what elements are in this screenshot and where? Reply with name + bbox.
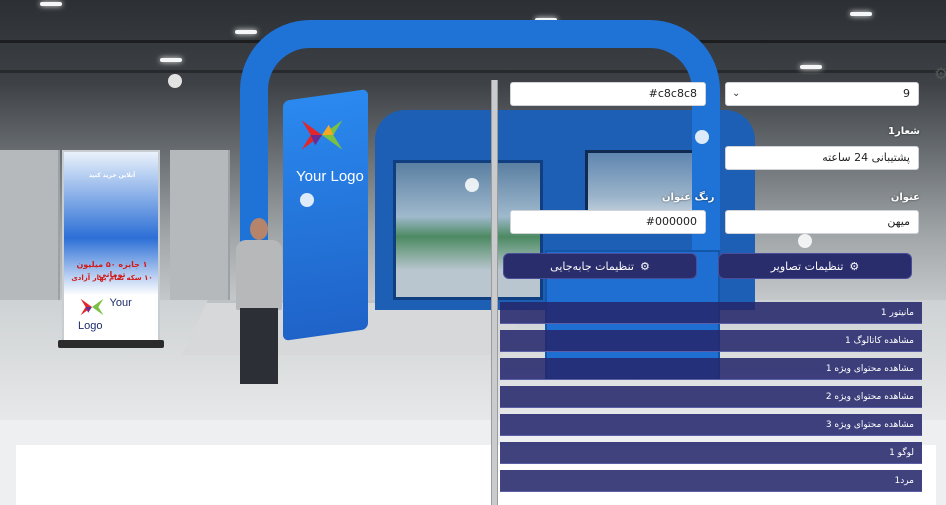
accordion-row-special-3[interactable]: مشاهده محتوای ویژه 3	[500, 414, 922, 436]
logo-mark-icon	[301, 120, 343, 150]
accordion-row-special-1[interactable]: مشاهده محتوای ویژه 1	[500, 358, 922, 380]
gear-icon: ⚙	[849, 259, 860, 273]
title-label: عنوان	[890, 192, 920, 203]
title-color-input[interactable]: #000000	[510, 210, 706, 234]
chevron-down-icon: ⌄	[732, 88, 741, 99]
wall-panel	[170, 150, 230, 300]
title-input[interactable]: میهن	[725, 210, 919, 234]
ceiling-light	[160, 58, 182, 62]
hotspot-marker[interactable]	[465, 178, 479, 192]
image-settings-button[interactable]: ⚙ تنظیمات تصاویر	[718, 253, 912, 279]
hotspot-marker[interactable]	[300, 193, 314, 207]
accordion-row-special-2[interactable]: مشاهده محتوای ویژه 2	[500, 386, 922, 408]
accordion-row-man-1[interactable]: مرد1	[500, 470, 922, 492]
booth-logo-text: Your Logo	[296, 168, 364, 185]
presenter-head	[250, 218, 268, 240]
rollup-logo: Your Logo	[78, 297, 148, 333]
wall-panel	[0, 150, 60, 300]
rollup-line-3: ۱۰ سکه تمام بهار آزادی	[71, 274, 153, 282]
rollup-banner[interactable]: آنلاین خرید کنید ۱ جایزه ۵۰ میلیون تومان…	[62, 150, 160, 345]
ceiling-light	[40, 2, 62, 6]
move-settings-label: تنظیمات جابه‌جایی	[550, 259, 634, 273]
title-color-label: رنگ عنوان	[662, 192, 715, 203]
slogan-input-value: پشتیبانی 24 ساعته	[822, 151, 910, 164]
gear-icon[interactable]: ⚙	[934, 64, 946, 82]
color-input-top[interactable]: #c8c8c8	[510, 82, 706, 106]
move-settings-button[interactable]: ⚙ تنظیمات جابه‌جایی	[503, 253, 697, 279]
gear-icon: ⚙	[639, 259, 650, 273]
accordion-row-monitor-1[interactable]: مانیتور 1	[500, 302, 922, 324]
size-select-value: 9	[903, 87, 910, 100]
image-settings-label: تنظیمات تصاویر	[770, 259, 844, 273]
panel-resize-handle[interactable]	[491, 80, 498, 505]
slogan-input[interactable]: پشتیبانی 24 ساعته	[725, 146, 919, 170]
title-color-value: #000000	[645, 215, 697, 228]
ceiling-light	[850, 12, 872, 16]
ceiling-light	[235, 30, 257, 34]
title-input-value: میهن	[887, 215, 910, 228]
color-input-top-value: #c8c8c8	[648, 87, 697, 100]
accordion-row-logo-1[interactable]: لوگو 1	[500, 442, 922, 464]
presenter-body[interactable]	[236, 240, 282, 310]
rollup-line-1: آنلاین خرید کنید	[88, 172, 136, 179]
presenter-legs	[240, 308, 278, 384]
hotspot-marker[interactable]	[695, 130, 709, 144]
logo-mark-icon	[80, 298, 104, 316]
ceiling-light	[800, 65, 822, 69]
hotspot-marker[interactable]	[798, 234, 812, 248]
rollup-stand	[58, 340, 164, 348]
slogan-label: شعار1	[888, 126, 920, 137]
accordion-row-catalog-1[interactable]: مشاهده کاتالوگ 1	[500, 330, 922, 352]
size-select[interactable]: 9 ⌄	[725, 82, 919, 106]
hotspot-marker[interactable]	[168, 74, 182, 88]
